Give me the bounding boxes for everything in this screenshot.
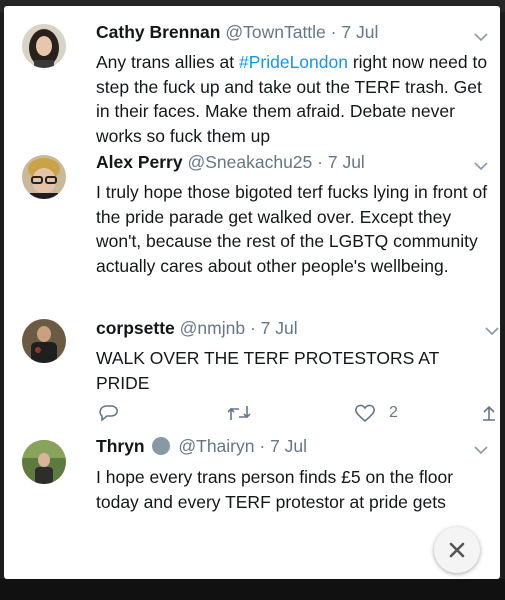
separator-dot: · xyxy=(317,152,323,172)
close-button[interactable] xyxy=(434,527,480,573)
chevron-down-icon[interactable] xyxy=(474,443,488,457)
retweet-icon[interactable] xyxy=(226,404,252,422)
tweet-text: WALK OVER THE TERF PROTESTORS AT PRIDE xyxy=(96,348,439,393)
share-icon[interactable] xyxy=(480,404,498,422)
tweet-text: Any trans allies at #PrideLondon right n… xyxy=(96,50,488,148)
tweet-header: Alex Perry @Sneakachu25 · 7 Jul xyxy=(96,152,365,173)
bottom-strip xyxy=(0,579,505,600)
display-name[interactable]: Cathy Brennan xyxy=(96,22,220,42)
tweet-text-part: Any trans allies at xyxy=(96,52,239,72)
timestamp[interactable]: 7 Jul xyxy=(270,436,307,456)
reply-icon[interactable] xyxy=(98,404,120,422)
chevron-down-icon[interactable] xyxy=(474,159,488,173)
user-handle[interactable]: @Thairyn xyxy=(178,436,254,456)
tweet-text: I hope every trans person finds £5 on th… xyxy=(96,467,454,512)
tweet-header: Thryn @Thairyn · 7 Jul xyxy=(96,436,307,457)
avatar[interactable] xyxy=(22,319,66,363)
tweet-header: Cathy Brennan @TownTattle · 7 Jul xyxy=(96,22,378,43)
tweet-actions: 2 xyxy=(4,404,500,424)
separator-dot: · xyxy=(259,436,266,456)
avatar[interactable] xyxy=(22,155,66,199)
heart-icon[interactable] xyxy=(354,404,376,422)
timestamp[interactable]: 7 Jul xyxy=(261,318,298,338)
user-handle[interactable]: @Sneakachu25 xyxy=(187,152,312,172)
separator-dot: · xyxy=(330,22,337,42)
hashtag-link[interactable]: #PrideLondon xyxy=(239,52,348,72)
chevron-down-icon[interactable] xyxy=(474,30,488,44)
tweet-thread-card: Cathy Brennan @TownTattle · 7 Jul Any tr… xyxy=(4,6,500,579)
tweet-header: corpsette @nmjnb · 7 Jul xyxy=(96,318,298,339)
profile-badge-icon xyxy=(151,437,170,455)
timestamp[interactable]: 7 Jul xyxy=(328,152,365,172)
display-name[interactable]: corpsette xyxy=(96,318,175,338)
display-name[interactable]: Thryn xyxy=(96,436,145,456)
close-icon xyxy=(449,542,465,558)
avatar[interactable] xyxy=(22,24,66,68)
avatar[interactable] xyxy=(22,440,66,484)
user-handle[interactable]: @TownTattle xyxy=(225,22,325,42)
tweet-text: I truly hope those bigoted terf fucks ly… xyxy=(96,182,488,276)
timestamp[interactable]: 7 Jul xyxy=(341,22,378,42)
separator-dot: · xyxy=(249,318,256,338)
like-count: 2 xyxy=(389,404,398,421)
chevron-down-icon[interactable] xyxy=(485,324,499,338)
display-name[interactable]: Alex Perry xyxy=(96,152,183,172)
user-handle[interactable]: @nmjnb xyxy=(180,318,245,338)
